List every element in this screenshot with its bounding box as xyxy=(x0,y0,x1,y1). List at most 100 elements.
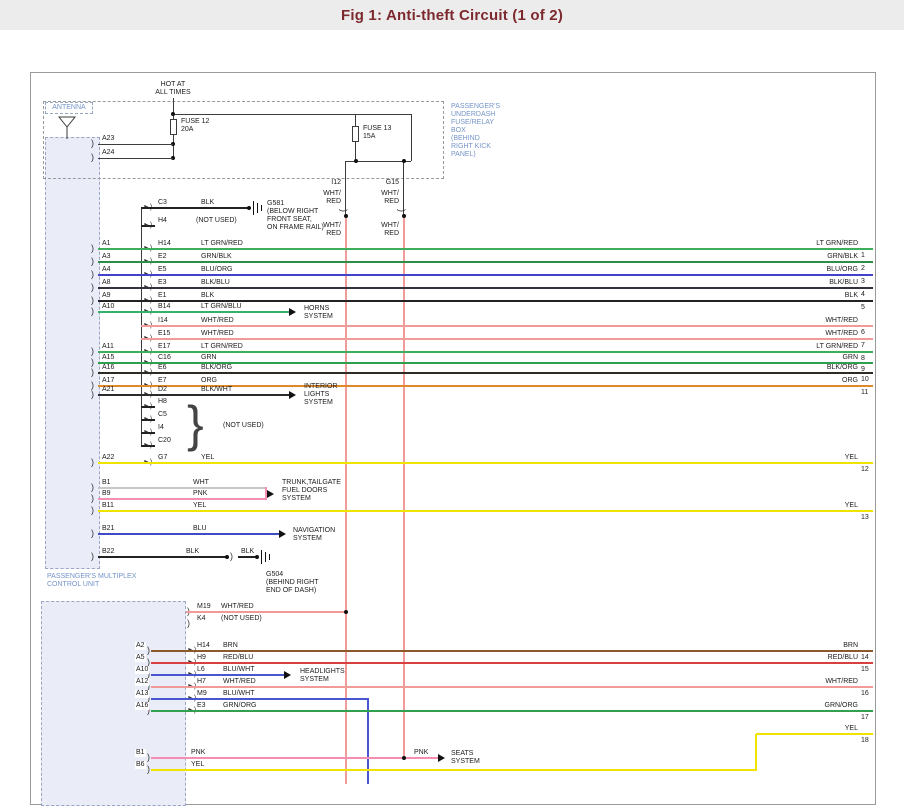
circuit-number: 15 xyxy=(861,666,869,674)
connector-pin-label: H7 xyxy=(197,678,206,686)
pin-connector-icon: ) xyxy=(91,494,94,503)
wire-line xyxy=(98,533,279,535)
pin-label: A17 xyxy=(102,377,114,385)
connector-pin-label: E6 xyxy=(158,364,167,372)
wire-color-label: WHT xyxy=(193,479,209,487)
connector-pin-label: L6 xyxy=(197,666,205,674)
wire-line xyxy=(98,261,873,263)
wire-line xyxy=(98,498,266,500)
wire-color-label: BLK xyxy=(186,548,199,556)
wire-line xyxy=(141,338,873,340)
circuit-number: 17 xyxy=(861,714,869,722)
multiplex-unit-label: PASSENGER'S MULTIPLEX CONTROL UNIT xyxy=(47,573,136,589)
fuse-12-label: FUSE 12 20A xyxy=(181,118,209,134)
pin-label: A16 xyxy=(135,702,149,710)
wire-color-label: PNK xyxy=(414,749,428,757)
wire-line xyxy=(98,510,873,512)
pin-label: A22 xyxy=(102,454,114,462)
wire-color-label: LT GRN/BLU xyxy=(201,303,242,311)
system-label: TRUNK,TAILGATE FUEL DOORS SYSTEM xyxy=(282,479,341,503)
circuit-number: 14 xyxy=(861,654,869,662)
pin-bus-line xyxy=(141,208,142,446)
circuit-number: 10 xyxy=(861,376,869,384)
wire-color-label-right: GRN xyxy=(842,354,858,362)
pin-label: A12 xyxy=(135,678,149,686)
wire-color-label-right: BLU/ORG xyxy=(826,266,858,274)
wire-color-label-right: WHT/RED xyxy=(825,330,858,338)
wire-color-label: BLK xyxy=(201,199,214,207)
wire-line xyxy=(98,287,873,289)
wire-line xyxy=(151,698,369,700)
circuit-number: 12 xyxy=(861,466,869,474)
junction-dot xyxy=(255,555,259,559)
wire-line xyxy=(141,445,155,447)
connector-pin-label: E15 xyxy=(158,330,170,338)
connector-g15-label: G15 xyxy=(375,179,399,187)
wire-color-label: BLU/ORG xyxy=(201,266,233,274)
circuit-number: 4 xyxy=(861,291,865,299)
pin-label: B1 xyxy=(135,749,146,757)
connector-pin-label: E2 xyxy=(158,253,167,261)
wire-line xyxy=(151,662,873,664)
fuse-13-label: FUSE 13 15A xyxy=(363,125,391,141)
pin-label: A4 xyxy=(102,266,111,274)
connector-icon: ) xyxy=(339,209,348,212)
wire-color-label: WHT/RED xyxy=(223,678,256,686)
branch-arrow-icon xyxy=(267,490,274,498)
circuit-number: 3 xyxy=(861,278,865,286)
system-label: HORNS SYSTEM xyxy=(304,305,333,321)
pin-connector-icon: ) xyxy=(91,307,94,316)
pin-connector-icon: ) xyxy=(91,483,94,492)
wire-color-label: BLK/BLU xyxy=(201,279,230,287)
pin-label: A11 xyxy=(102,343,114,351)
wire-line xyxy=(151,757,438,759)
junction-dot xyxy=(402,756,406,760)
wire-color-label: BLK xyxy=(241,548,254,556)
antenna-icon xyxy=(57,115,77,141)
pin-connector-icon: ) xyxy=(91,257,94,266)
wire-line xyxy=(186,611,347,613)
connector-pin-label: K4 xyxy=(197,615,206,623)
connector-pin-label: C20 xyxy=(158,437,171,445)
connector-pin-label: G7 xyxy=(158,454,167,462)
wire-line xyxy=(98,487,266,489)
wire-color-label: YEL xyxy=(201,454,214,462)
pin-connector-icon: ) xyxy=(91,390,94,399)
connector-icon: ) xyxy=(187,619,190,628)
circuit-number: 6 xyxy=(861,329,865,337)
pin-label: B11 xyxy=(102,502,114,510)
wire-line xyxy=(141,207,249,209)
wire-color-label: BLK xyxy=(201,292,214,300)
pin-connector-icon: ) xyxy=(147,646,150,655)
wire-color-label: GRN/BLK xyxy=(201,253,232,261)
wire-line xyxy=(98,158,173,159)
connector-pin-label: I4 xyxy=(158,424,164,432)
antenna-label: ANTENNA xyxy=(45,104,93,112)
wire-color-label-right: BLK xyxy=(845,292,858,300)
hot-at-all-times-label: HOT AT ALL TIMES xyxy=(143,81,203,97)
pin-label: A13 xyxy=(135,690,149,698)
wire-line xyxy=(756,733,873,735)
wire-color-label-right: WHT/RED xyxy=(825,317,858,325)
wire-line xyxy=(151,650,873,652)
wire-color-label-right: BLK/ORG xyxy=(827,364,858,372)
wire-line xyxy=(98,462,873,464)
pin-connector-icon: ) xyxy=(147,765,150,774)
pin-label: A9 xyxy=(102,292,111,300)
fuse-relay-box-note: PASSENGER'S UNDERDASH FUSE/RELAY BOX (BE… xyxy=(451,103,500,159)
connector-pin-label: D2 xyxy=(158,386,167,394)
pin-connector-icon: ) xyxy=(91,296,94,305)
wire-color-label: GRN xyxy=(201,354,217,362)
connector-pin-label: C16 xyxy=(158,354,171,362)
wire-color-label: YEL xyxy=(191,761,204,769)
wire-color-label-right: YEL xyxy=(845,502,858,510)
wire-color-label: WHT/RED xyxy=(221,603,254,611)
wire-line xyxy=(141,325,873,327)
wire-line xyxy=(98,300,873,302)
wire-color-label-right: YEL xyxy=(845,454,858,462)
connector-pin-label: E1 xyxy=(158,292,167,300)
wire-line xyxy=(98,372,873,374)
not-used-label: (NOT USED) xyxy=(221,615,262,623)
wire-color-label: BLU/WHT xyxy=(223,666,255,674)
pin-connector-icon: ) xyxy=(91,347,94,356)
